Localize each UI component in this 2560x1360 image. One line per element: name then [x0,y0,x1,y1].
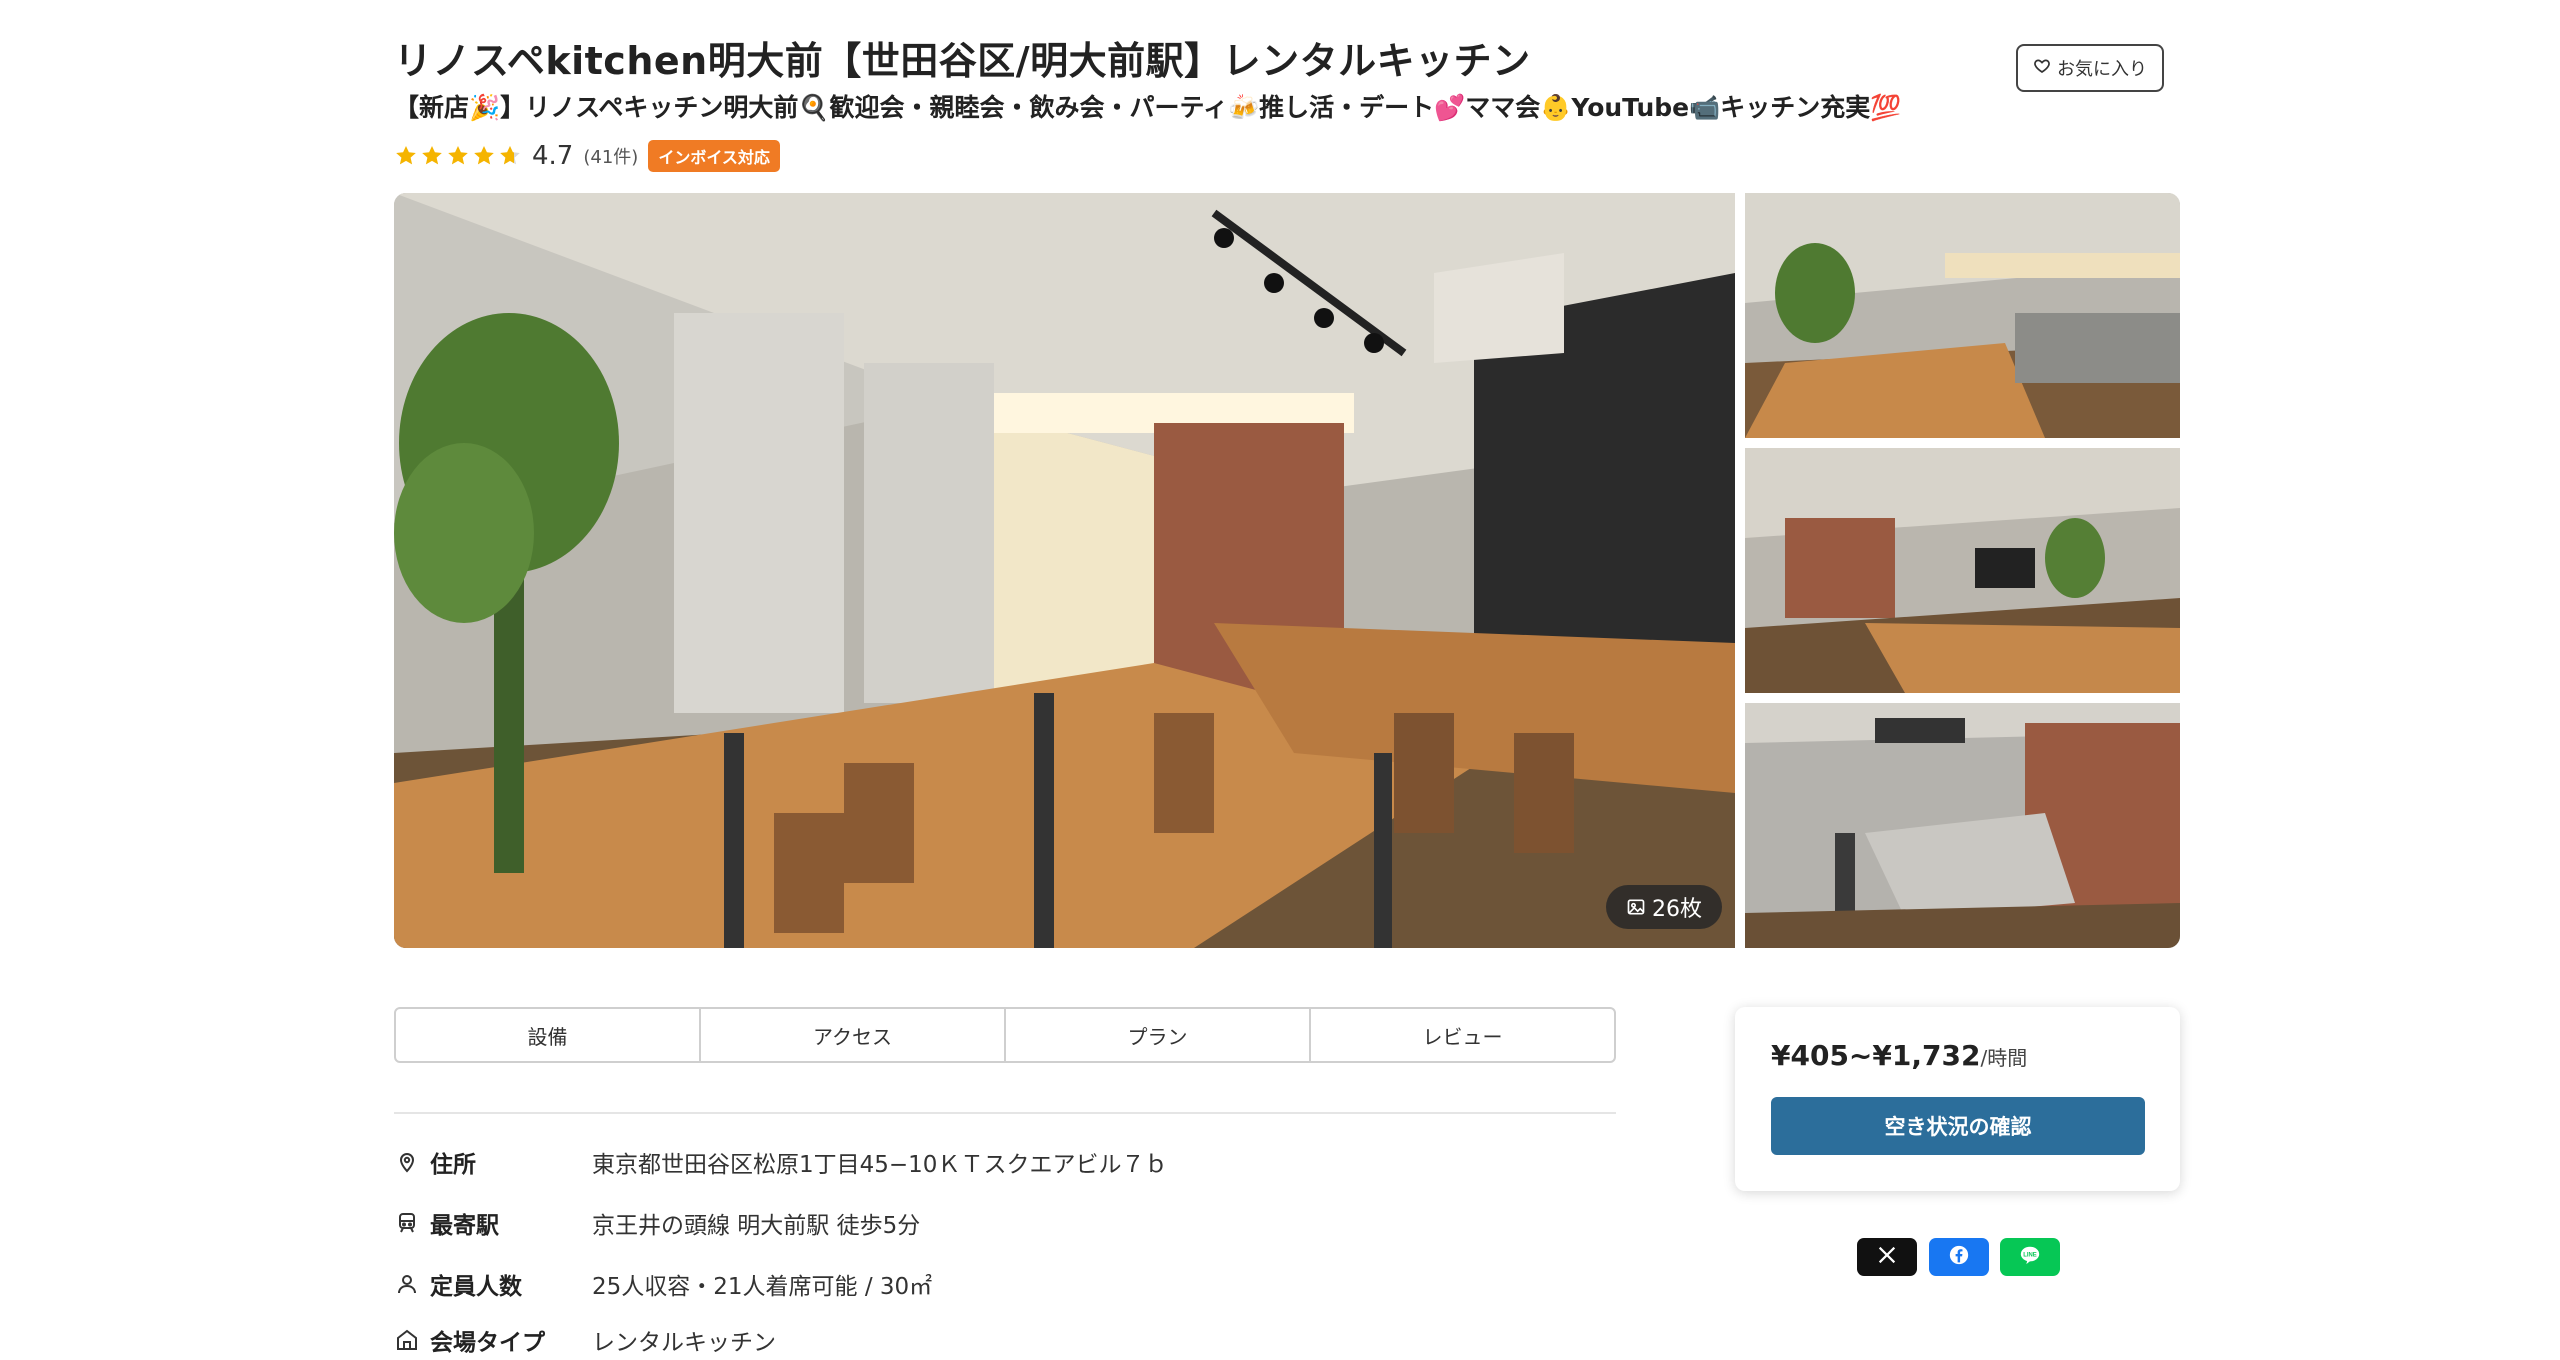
listing-page: リノスペkitchen明大前【世田谷区/明大前駅】レンタルキッチン 【新店🎉】リ… [394,0,2180,1356]
info-value: 25人収容・21人着席可能 / 30㎡ [592,1274,933,1300]
favorite-label: お気に入り [2057,59,2147,80]
info-station: 最寄駅 京王井の頭線 明大前駅 徒歩5分 [394,1203,920,1243]
person-icon [394,1271,420,1297]
photo-count: 26枚 [1652,897,1702,922]
svg-text:LINE: LINE [2023,1252,2037,1258]
rating-value: 4.7 [532,141,574,171]
tab-plans[interactable]: プラン [1006,1009,1311,1061]
star-icon [448,146,468,165]
info-address: 住所 東京都世田谷区松原1丁目45−10ＫＴスクエアビル７ｂ [394,1142,1167,1182]
line-icon: LINE [2019,1244,2041,1270]
info-value: レンタルキッチン [592,1330,776,1356]
invoice-badge: インボイス対応 [648,140,780,172]
building-icon [394,1327,420,1353]
photo-gallery: 26枚 [394,193,2180,948]
info-value: 東京都世田谷区松原1丁目45−10ＫＴスクエアビル７ｂ [592,1152,1168,1178]
share-x-button[interactable] [1857,1238,1917,1276]
listing-title: リノスペkitchen明大前【世田谷区/明大前駅】レンタルキッチン [394,39,1531,83]
train-icon [394,1210,420,1236]
main-photo[interactable] [394,193,1735,948]
gallery-thumbnail[interactable] [1745,193,2180,438]
tab-reviews[interactable]: レビュー [1311,1009,1614,1061]
tab-facilities[interactable]: 設備 [396,1009,701,1061]
star-icon [474,146,494,165]
info-value: 京王井の頭線 明大前駅 徒歩5分 [592,1213,921,1239]
location-pin-icon [394,1149,420,1175]
price-value: ¥405~¥1,732 [1771,1039,1981,1072]
booking-card: ¥405~¥1,732/時間 空き状況の確認 [1735,1007,2180,1191]
gallery-thumbnail[interactable] [1745,448,2180,693]
star-icon [422,146,442,165]
rating-stars [394,144,522,168]
star-icon [396,146,416,165]
info-label: 最寄駅 [430,1213,499,1239]
tab-access[interactable]: アクセス [701,1009,1006,1061]
x-logo-icon [1876,1244,1898,1270]
share-facebook-button[interactable] [1929,1238,1989,1276]
divider [394,1112,1616,1114]
info-label: 住所 [430,1152,476,1178]
price-range: ¥405~¥1,732/時間 [1771,1039,2027,1072]
favorite-button[interactable]: お気に入り [2016,44,2164,92]
heart-icon [2033,57,2051,80]
listing-subtitle: 【新店🎉】リノスペキッチン明大前🍳歓迎会・親睦会・飲み会・パーティ🍻推し活・デー… [394,93,1902,122]
image-icon [1626,897,1646,917]
rating-row: 4.7 (41件) インボイス対応 [394,140,780,172]
info-venue-type: 会場タイプ レンタルキッチン [394,1320,776,1360]
info-capacity: 定員人数 25人収容・21人着席可能 / 30㎡ [394,1264,932,1304]
gallery-thumbnail[interactable] [1745,703,2180,948]
facebook-icon [1948,1244,1970,1270]
star-half-icon [500,146,520,165]
check-availability-button[interactable]: 空き状況の確認 [1771,1097,2145,1155]
section-tabs: 設備 アクセス プラン レビュー [394,1007,1616,1063]
review-count-link[interactable]: (41件) [583,143,638,169]
share-line-button[interactable]: LINE [2000,1238,2060,1276]
info-label: 会場タイプ [430,1330,545,1356]
view-all-photos-button[interactable]: 26枚 [1606,885,1722,929]
price-unit: /時間 [1980,1046,2028,1070]
info-label: 定員人数 [430,1274,522,1300]
